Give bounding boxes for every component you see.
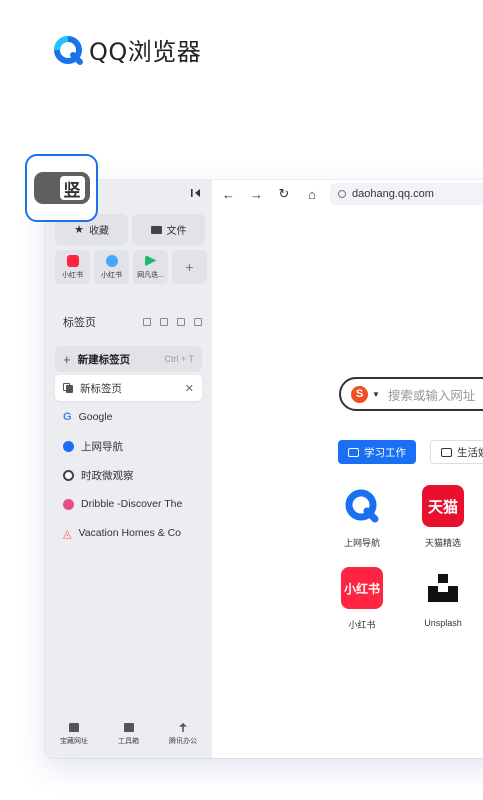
tencent-office-button[interactable]: 腾讯办公 bbox=[169, 723, 197, 746]
folder-icon bbox=[69, 723, 79, 732]
app-circle-icon bbox=[105, 254, 118, 267]
site-tmall[interactable]: 天猫 天猫精选 bbox=[413, 485, 473, 549]
site-daohang[interactable]: 上网导航 bbox=[332, 485, 392, 549]
tab-google[interactable]: G Google bbox=[55, 404, 202, 430]
sogou-engine-icon[interactable]: S bbox=[351, 385, 368, 403]
category-tab-study-work[interactable]: 学习工作 bbox=[338, 440, 416, 464]
plus-icon: + bbox=[63, 351, 71, 367]
tab-dribbble[interactable]: Dribble -Discover The bbox=[55, 491, 202, 517]
dribbble-icon bbox=[63, 498, 74, 510]
category-label: 学习工作 bbox=[364, 446, 406, 459]
site-label: 天猫精选 bbox=[424, 538, 461, 548]
tool-1-icon[interactable] bbox=[143, 318, 151, 326]
browser-window: ★ 收藏 文件 小红书 小红书 网凡迭... + 标签页 + 新建标签页 Ctr… bbox=[45, 180, 483, 758]
main-content: ← → ↻ ⌂ daohang.qq.com S ▼ 搜索或输入网址 学习工作 … bbox=[212, 180, 483, 758]
qq-daohang-icon bbox=[341, 485, 383, 527]
new-tab-button[interactable]: + 新建标签页 Ctrl + T bbox=[55, 346, 202, 372]
toolbox-button[interactable]: 工具箱 bbox=[118, 723, 139, 746]
play-icon bbox=[144, 254, 157, 267]
search-box[interactable]: S ▼ 搜索或输入网址 bbox=[339, 377, 483, 411]
files-label: 文件 bbox=[166, 226, 187, 237]
tab-daohang[interactable]: 上网导航 bbox=[55, 433, 202, 459]
tool-2-icon[interactable] bbox=[160, 318, 168, 326]
tab-page-icon bbox=[63, 383, 73, 393]
url-text: daohang.qq.com bbox=[352, 188, 434, 200]
forward-arrow-icon[interactable]: → bbox=[250, 187, 263, 202]
category-label: 生活娱 bbox=[457, 446, 483, 459]
app-label: 小红书 bbox=[101, 271, 122, 279]
tab-label: Vacation Homes & Co bbox=[78, 527, 181, 539]
pinned-apps: 小红书 小红书 网凡迭... + bbox=[55, 250, 207, 284]
close-icon[interactable]: ✕ bbox=[185, 382, 194, 395]
tmall-icon: 天猫 bbox=[422, 485, 464, 527]
xiaohongshu-icon: 小红书 bbox=[341, 567, 383, 609]
chat-icon bbox=[441, 447, 452, 457]
tabs-tools bbox=[143, 318, 202, 326]
category-tab-life[interactable]: 生活娱 bbox=[430, 440, 483, 464]
tab-new-tab[interactable]: 新标签页 ✕ bbox=[55, 375, 202, 401]
tab-label: Google bbox=[78, 411, 113, 423]
favorites-label: 收藏 bbox=[88, 226, 109, 237]
unsplash-icon bbox=[422, 567, 464, 609]
files-button[interactable]: 文件 bbox=[132, 214, 205, 245]
book-icon bbox=[348, 447, 359, 457]
back-arrow-icon[interactable]: ← bbox=[222, 187, 235, 202]
app-label: 网凡迭... bbox=[137, 271, 164, 279]
airbnb-icon: ◬ bbox=[63, 527, 72, 540]
globe-icon bbox=[63, 469, 74, 481]
tabs-header: 标签页 bbox=[63, 314, 202, 330]
address-bar[interactable]: daohang.qq.com bbox=[330, 183, 483, 205]
office-icon bbox=[179, 723, 187, 732]
search-icon bbox=[338, 190, 346, 198]
tool-4-icon[interactable] bbox=[194, 318, 202, 326]
tab-label: Dribble -Discover The bbox=[81, 498, 183, 510]
category-tabs: 学习工作 生活娱 bbox=[338, 440, 483, 464]
site-label: 上网导航 bbox=[343, 538, 380, 548]
site-label: Unsplash bbox=[424, 618, 462, 628]
new-tab-shortcut: Ctrl + T bbox=[164, 354, 194, 364]
collapse-sidebar-icon[interactable] bbox=[190, 187, 202, 199]
sidebar-bottom-bar: 宝藏网址 工具箱 腾讯办公 bbox=[45, 723, 212, 746]
tab-shizheng[interactable]: 时政微观察 bbox=[55, 462, 202, 488]
chevron-down-icon[interactable]: ▼ bbox=[372, 390, 380, 399]
pinned-app-xiaohongshu[interactable]: 小红书 bbox=[55, 250, 90, 284]
search-placeholder: 搜索或输入网址 bbox=[387, 388, 476, 403]
tab-label: 时政微观察 bbox=[81, 469, 134, 482]
plus-icon: + bbox=[185, 259, 194, 275]
star-icon: ★ bbox=[74, 224, 84, 236]
new-tab-label: 新建标签页 bbox=[77, 353, 131, 366]
tabs-title: 标签页 bbox=[63, 317, 96, 329]
google-icon: G bbox=[63, 411, 72, 423]
pinned-app-3[interactable]: 网凡迭... bbox=[133, 250, 168, 284]
tab-label: 新标签页 bbox=[80, 382, 122, 395]
brand-header: QQ浏览器 bbox=[53, 32, 201, 67]
pinned-app-2[interactable]: 小红书 bbox=[94, 250, 129, 284]
add-app-button[interactable]: + bbox=[172, 250, 207, 284]
treasure-sites-button[interactable]: 宝藏网址 bbox=[60, 723, 88, 746]
xiaohongshu-icon bbox=[66, 254, 79, 267]
toolbox-icon bbox=[123, 723, 134, 732]
folder-icon bbox=[150, 225, 162, 234]
home-icon[interactable]: ⌂ bbox=[306, 187, 318, 202]
vertical-tab-sidebar: ★ 收藏 文件 小红书 小红书 网凡迭... + 标签页 + 新建标签页 Ctr… bbox=[45, 180, 212, 758]
tab-label: 上网导航 bbox=[81, 440, 123, 453]
app-label: 小红书 bbox=[62, 271, 83, 279]
toggle-knob: 竖 bbox=[59, 176, 85, 201]
toggle-track: 竖 bbox=[33, 172, 90, 204]
qq-daohang-icon bbox=[63, 440, 74, 452]
bottom-label: 腾讯办公 bbox=[169, 738, 197, 745]
bottom-label: 工具箱 bbox=[118, 738, 139, 745]
bottom-label: 宝藏网址 bbox=[60, 738, 88, 745]
brand-name: QQ浏览器 bbox=[89, 38, 202, 66]
site-unsplash[interactable]: Unsplash bbox=[413, 567, 473, 628]
tool-3-icon[interactable] bbox=[177, 318, 185, 326]
qq-browser-logo-icon bbox=[54, 35, 83, 65]
vertical-tabs-toggle[interactable]: 竖 bbox=[25, 154, 98, 222]
site-xiaohongshu[interactable]: 小红书 小红书 bbox=[332, 567, 392, 631]
site-label: 小红书 bbox=[348, 620, 376, 630]
tab-airbnb[interactable]: ◬ Vacation Homes & Co bbox=[55, 520, 202, 546]
refresh-icon[interactable]: ↻ bbox=[278, 186, 290, 202]
